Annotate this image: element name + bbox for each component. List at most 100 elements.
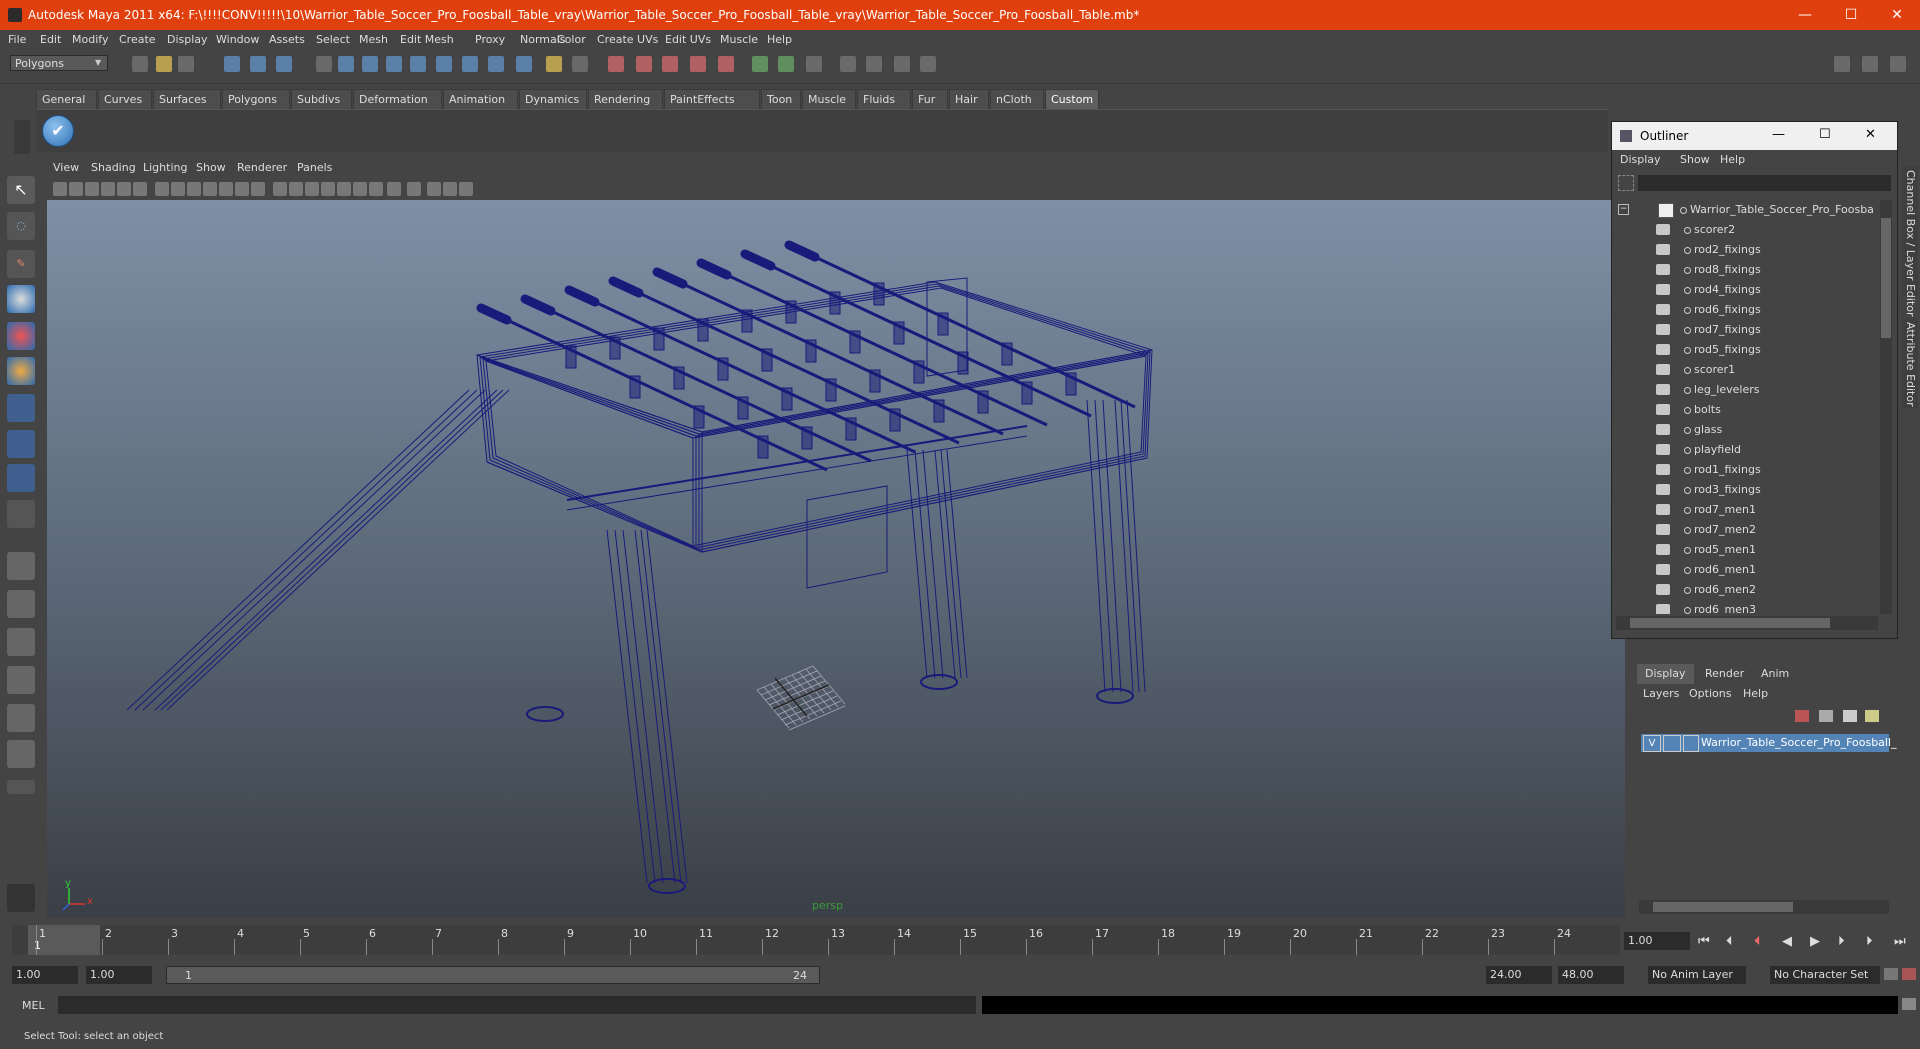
outliner-menu-help[interactable]: Help xyxy=(1720,153,1745,166)
construction-history-icon[interactable] xyxy=(488,56,504,72)
safe-title-icon[interactable] xyxy=(251,182,265,196)
textured-icon[interactable] xyxy=(369,182,383,196)
side-by-side-layout-icon[interactable] xyxy=(7,628,35,656)
shelf-tab-toon[interactable]: Toon xyxy=(761,89,801,109)
menu-edit[interactable]: Edit xyxy=(40,33,61,46)
smooth-shade-icon[interactable] xyxy=(289,182,303,196)
step-forward-key-icon[interactable]: ⏵ xyxy=(1838,934,1845,949)
high-quality-icon[interactable] xyxy=(459,182,473,196)
hypershade-icon[interactable] xyxy=(690,56,706,72)
step-back-frame-icon[interactable]: ⏴ xyxy=(1726,934,1733,949)
shelf-tab-muscle[interactable]: Muscle xyxy=(802,89,856,109)
playback-end-field[interactable]: 24.00 xyxy=(1486,966,1552,984)
menu-create[interactable]: Create xyxy=(119,33,156,46)
outliner-item[interactable]: rod6_men3 xyxy=(1612,600,1872,614)
rotate-tool-icon[interactable] xyxy=(7,322,35,350)
shelf-tab-rendering[interactable]: Rendering xyxy=(588,89,663,109)
viewport-menu-view[interactable]: View xyxy=(53,161,79,174)
four-view-layout-icon[interactable] xyxy=(7,590,35,618)
outliner-scroll-thumb[interactable] xyxy=(1881,218,1891,338)
flat-shade-icon[interactable] xyxy=(321,182,335,196)
film-gate-icon[interactable] xyxy=(171,182,185,196)
grid-icon[interactable] xyxy=(155,182,169,196)
help-icon[interactable] xyxy=(516,56,532,72)
layer-tab-render[interactable]: Render xyxy=(1697,664,1752,684)
default-light-icon[interactable] xyxy=(353,182,367,196)
snap-curve-icon[interactable] xyxy=(362,56,378,72)
hypershade-layout-icon[interactable] xyxy=(7,704,35,732)
outliner-item[interactable]: playfield xyxy=(1612,440,1872,460)
shadows-icon[interactable] xyxy=(387,182,401,196)
menu-proxy[interactable]: Proxy xyxy=(475,33,505,46)
key-icon[interactable] xyxy=(1884,968,1898,980)
save-scene-icon[interactable] xyxy=(178,56,194,72)
menu-display[interactable]: Display xyxy=(167,33,208,46)
shelf-tab-hair[interactable]: Hair xyxy=(949,89,989,109)
menu-modify[interactable]: Modify xyxy=(72,33,108,46)
shelf-tab-fur[interactable]: Fur xyxy=(912,89,948,109)
collapse-icon[interactable]: − xyxy=(1618,204,1629,215)
menu-color[interactable]: Color xyxy=(557,33,586,46)
layer-menu-help[interactable]: Help xyxy=(1743,687,1768,700)
current-time-field[interactable]: 1.00 xyxy=(1624,932,1690,950)
layer-tab-anim[interactable]: Anim xyxy=(1753,664,1797,684)
outliner-item[interactable]: scorer1 xyxy=(1612,360,1872,380)
attr-editor-toggle-icon[interactable] xyxy=(1890,56,1906,72)
outliner-menu-display[interactable]: Display xyxy=(1620,153,1661,166)
panel-layout-icon[interactable] xyxy=(1834,56,1850,72)
range-slider-bar[interactable]: 1 24 xyxy=(166,966,820,984)
layer-menu-options[interactable]: Options xyxy=(1689,687,1731,700)
persp-graph-layout-icon[interactable] xyxy=(7,666,35,694)
xray-icon[interactable] xyxy=(427,182,441,196)
outliner-item[interactable]: rod7_men1 xyxy=(1612,500,1872,520)
menu-muscle[interactable]: Muscle xyxy=(720,33,758,46)
menu-set-select[interactable]: Polygons xyxy=(10,55,108,71)
mel-command-input[interactable] xyxy=(58,996,976,1014)
outliner-item[interactable]: rod8_fixings xyxy=(1612,260,1872,280)
wireframe-icon[interactable] xyxy=(273,182,287,196)
menu-file[interactable]: File xyxy=(8,33,26,46)
select-by-name-icon[interactable] xyxy=(572,56,588,72)
select-object-icon[interactable] xyxy=(250,56,266,72)
open-scene-icon[interactable] xyxy=(156,56,172,72)
render-view-icon[interactable] xyxy=(718,56,734,72)
menu-assets[interactable]: Assets xyxy=(269,33,305,46)
outliner-menu-show[interactable]: Show xyxy=(1680,153,1710,166)
history-icon[interactable] xyxy=(462,56,478,72)
two-d-pan-icon[interactable] xyxy=(117,182,131,196)
script-icon[interactable] xyxy=(7,884,35,912)
new-scene-icon[interactable] xyxy=(132,56,148,72)
bounding-box-icon[interactable] xyxy=(337,182,351,196)
shelf-tab-dynamics[interactable]: Dynamics xyxy=(519,89,587,109)
outliner-hscroll-thumb[interactable] xyxy=(1630,618,1830,628)
outliner-item[interactable]: rod7_fixings xyxy=(1612,320,1872,340)
outliner-item[interactable]: rod3_fixings xyxy=(1612,480,1872,500)
outliner-item[interactable]: rod4_fixings xyxy=(1612,280,1872,300)
outliner-item[interactable]: rod2_fixings xyxy=(1612,240,1872,260)
select-component-icon[interactable] xyxy=(276,56,292,72)
shelf-tab-subdivs[interactable]: Subdivs xyxy=(291,89,352,109)
outliner-item[interactable]: glass xyxy=(1612,420,1872,440)
outliner-filter-icon[interactable] xyxy=(1618,175,1634,191)
viewport-menu-panels[interactable]: Panels xyxy=(297,161,332,174)
outliner-minimize-button[interactable]: — xyxy=(1772,127,1785,142)
layer-row[interactable]: V Warrior_Table_Soccer_Pro_Foosball_ xyxy=(1641,734,1897,752)
select-camera-icon[interactable] xyxy=(53,182,67,196)
shelf-tab-painteffects[interactable]: PaintEffects xyxy=(664,89,760,109)
shelf-options-icon[interactable] xyxy=(14,120,30,154)
outliner-item[interactable]: rod6_fixings xyxy=(1612,300,1872,320)
show-render-globals-icon[interactable] xyxy=(752,56,768,72)
single-view-layout-icon[interactable] xyxy=(7,552,35,580)
playblast-icon[interactable] xyxy=(866,56,882,72)
camera-attributes-icon[interactable] xyxy=(69,182,83,196)
outliner-vertical-scrollbar[interactable] xyxy=(1880,200,1892,614)
outliner-close-button[interactable]: ✕ xyxy=(1865,127,1876,142)
snap-point-icon[interactable] xyxy=(386,56,402,72)
menu-create-uvs[interactable]: Create UVs xyxy=(597,33,658,46)
soft-mod-tool-icon[interactable] xyxy=(7,430,35,458)
outliner-item[interactable]: rod6_men2 xyxy=(1612,580,1872,600)
paint-select-tool-icon[interactable]: ✎ xyxy=(7,250,35,278)
shade-wireframe-icon[interactable] xyxy=(305,182,319,196)
start-time-field[interactable]: 1.00 xyxy=(12,966,78,984)
paint-icon[interactable] xyxy=(806,56,822,72)
